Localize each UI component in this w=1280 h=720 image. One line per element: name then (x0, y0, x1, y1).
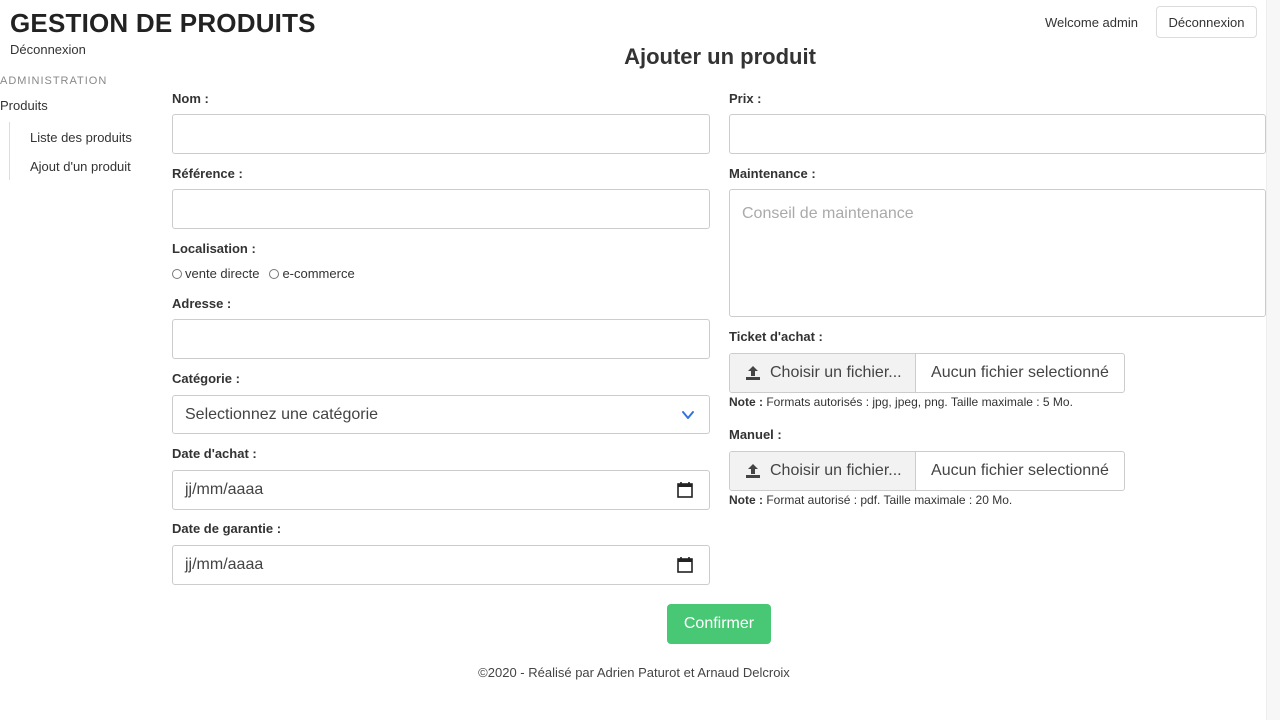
welcome-text: Welcome admin (1045, 15, 1138, 30)
ticket-choose-file-label: Choisir un fichier... (770, 364, 902, 381)
manuel-label: Manuel : (729, 427, 782, 442)
manuel-file-input[interactable]: Choisir un fichier... Aucun fichier sele… (729, 451, 1125, 491)
date-garantie-input[interactable]: jj/mm/aaaa (172, 545, 710, 585)
chevron-down-icon (682, 411, 694, 419)
manuel-note-label: Note : (729, 493, 763, 507)
date-achat-value: jj/mm/aaaa (185, 481, 264, 498)
sidebar-item-product-list[interactable]: Liste des produits (30, 122, 132, 151)
ticket-note-label: Note : (729, 395, 763, 409)
upload-icon (746, 464, 760, 478)
radio-vente-directe[interactable] (172, 268, 182, 279)
prix-input[interactable] (729, 114, 1266, 154)
ticket-file-input[interactable]: Choisir un fichier... Aucun fichier sele… (729, 353, 1125, 393)
ticket-note-text: Formats autorisés : jpg, jpeg, png. Tail… (766, 395, 1073, 409)
manuel-file-name: Aucun fichier selectionné (931, 462, 1109, 479)
page-scrollbar[interactable] (1266, 0, 1280, 720)
prix-label: Prix : (729, 91, 762, 106)
page-title: Ajouter un produit (624, 44, 816, 69)
radio-e-commerce[interactable] (269, 268, 280, 279)
date-achat-input[interactable]: jj/mm/aaaa (172, 470, 710, 510)
upload-icon (746, 366, 760, 380)
reference-label: Référence : (172, 166, 243, 181)
maintenance-textarea[interactable] (729, 189, 1266, 317)
date-garantie-value: jj/mm/aaaa (185, 556, 264, 573)
manuel-note: Note : Format autorisé : pdf. Taille max… (729, 493, 1012, 507)
ticket-file-name: Aucun fichier selectionné (931, 364, 1109, 381)
categorie-label: Catégorie : (172, 371, 240, 386)
manuel-note-text: Format autorisé : pdf. Taille maximale :… (766, 493, 1013, 507)
ticket-choose-file-button[interactable]: Choisir un fichier... (730, 354, 916, 392)
nom-label: Nom : (172, 91, 209, 106)
adresse-input[interactable] (172, 319, 710, 359)
date-achat-label: Date d'achat : (172, 446, 257, 461)
localisation-radio-group: vente directe e-commerce (172, 266, 365, 281)
adresse-label: Adresse : (172, 296, 232, 311)
localisation-label: Localisation : (172, 241, 256, 256)
nom-input[interactable] (172, 114, 710, 154)
radio-e-commerce-label: e-commerce (282, 266, 355, 281)
categorie-select[interactable]: Selectionnez une catégorie (172, 395, 710, 434)
manuel-choose-file-label: Choisir un fichier... (770, 462, 902, 479)
calendar-icon[interactable] (676, 481, 694, 499)
sidebar-section-produits[interactable]: Produits (0, 98, 48, 113)
maintenance-label: Maintenance : (729, 166, 816, 181)
app-title: GESTION DE PRODUITS (10, 8, 316, 38)
radio-vente-directe-label: vente directe (185, 266, 260, 281)
calendar-icon[interactable] (676, 556, 694, 574)
manuel-choose-file-button[interactable]: Choisir un fichier... (730, 452, 916, 490)
ticket-label: Ticket d'achat : (729, 329, 823, 344)
reference-input[interactable] (172, 189, 710, 229)
sidebar-submenu: Liste des produits Ajout d'un produit (9, 122, 132, 180)
sidebar-item-add-product[interactable]: Ajout d'un produit (30, 151, 132, 180)
categorie-selected-value: Selectionnez une catégorie (185, 406, 379, 423)
confirm-button[interactable]: Confirmer (667, 604, 771, 644)
logout-button[interactable]: Déconnexion (1156, 6, 1257, 38)
date-garantie-label: Date de garantie : (172, 521, 282, 536)
ticket-note: Note : Formats autorisés : jpg, jpeg, pn… (729, 395, 1073, 409)
sidebar-heading: ADMINISTRATION (0, 75, 108, 87)
footer-credits: ©2020 - Réalisé par Adrien Paturot et Ar… (478, 665, 790, 680)
